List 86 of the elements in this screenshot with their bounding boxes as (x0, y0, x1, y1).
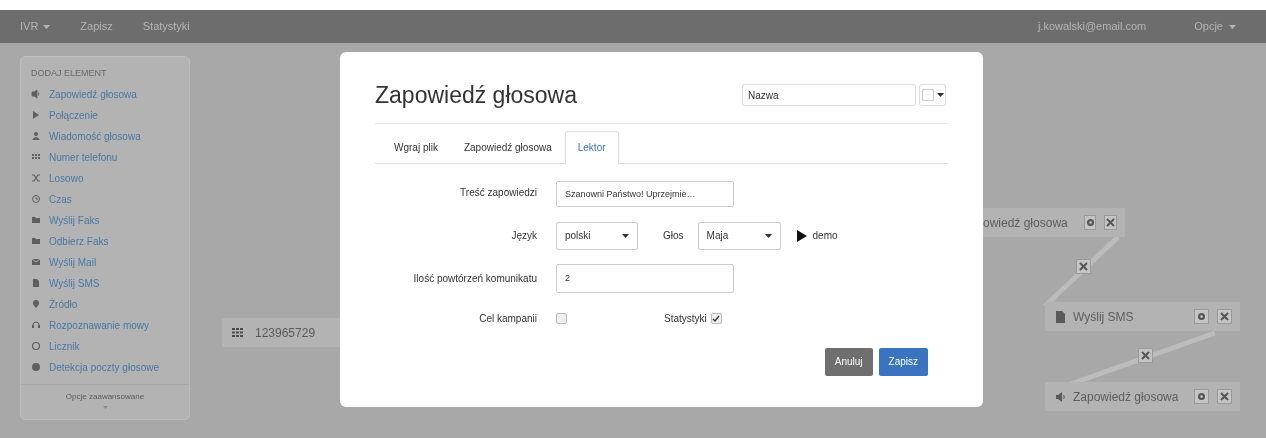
tab[interactable]: Zapowiedź głosowa (450, 130, 565, 165)
folder-icon (31, 215, 41, 225)
caret-icon (936, 93, 944, 98)
flow-node[interactable]: Zapowiedź głosowa (1045, 382, 1240, 411)
color-picker[interactable] (919, 84, 946, 107)
sidebar-item[interactable]: Numer telefonu (21, 146, 189, 168)
headset-icon (31, 320, 41, 330)
modal-title: Zapowiedź głosowa (375, 81, 577, 110)
settings-button[interactable] (1194, 309, 1209, 324)
document-icon (31, 278, 41, 288)
tab[interactable]: Lektor (564, 130, 619, 165)
close-icon (1079, 262, 1088, 271)
circle-icon (31, 341, 41, 351)
keypad-icon (232, 328, 243, 337)
sidebar-item[interactable]: Licznik (21, 335, 189, 357)
flow-node[interactable]: owiedź głosowa (983, 208, 1125, 237)
speaker-icon (31, 89, 41, 99)
field-label: Treść zapowiedzi (459, 186, 537, 200)
select-dropdown[interactable]: Maja (697, 221, 781, 250)
text-field[interactable]: 2 (556, 263, 734, 293)
color-swatch (921, 89, 934, 102)
nav-link[interactable]: IVR (20, 18, 51, 35)
demo-link[interactable]: demo (796, 228, 838, 243)
sidebar-item[interactable]: Zapowiedź głosowa (21, 83, 189, 105)
select-dropdown[interactable]: polski (556, 221, 638, 250)
advanced-options-link[interactable]: Opcje zaawansowane (65, 390, 145, 403)
sidebar-item[interactable]: Źródło (21, 293, 189, 315)
checkbox-label: Statystyki (664, 311, 707, 326)
keypad-icon (31, 152, 41, 162)
user-email-link[interactable]: j.kowalski@email.com (1037, 18, 1147, 35)
pin-icon (31, 299, 41, 309)
settings-button[interactable] (1194, 389, 1210, 404)
sidebar-item[interactable]: Odbierz Faks (21, 230, 189, 252)
field-label: Głos (663, 229, 684, 243)
sidebar-item[interactable]: Wyślij SMS (21, 272, 189, 294)
close-icon (1141, 351, 1150, 360)
sidebar-heading: DODAJ ELEMENT (30, 67, 108, 80)
folder-icon (31, 236, 41, 246)
delete-button[interactable] (1076, 259, 1091, 274)
caret-icon (622, 233, 629, 238)
text-field[interactable]: Szanowni Państwo! Uprzejmie… (556, 180, 734, 207)
sidebar-item[interactable]: Połączenie (21, 104, 189, 126)
sidebar-item[interactable]: Wyślij Faks (21, 209, 189, 231)
sidebar-item[interactable]: Czas (21, 188, 189, 210)
checkbox[interactable] (710, 312, 722, 324)
dialog-button[interactable]: Anuluj (824, 347, 873, 376)
play-icon (31, 110, 41, 120)
envelope-icon (31, 257, 41, 267)
delete-button[interactable] (1217, 309, 1232, 324)
shuffle-icon (31, 173, 41, 183)
gear-icon (1197, 392, 1207, 401)
play-icon (796, 229, 807, 242)
sidebar-item[interactable]: Wyślij Mail (21, 251, 189, 273)
checkmark-icon (712, 314, 721, 322)
checkbox[interactable] (556, 312, 567, 324)
sidebar-item[interactable]: Rozpoznawanie mowy (21, 314, 189, 336)
person-icon (31, 131, 41, 141)
gear-icon (1085, 218, 1095, 227)
sidebar-item[interactable]: Wiadomość głosowa (21, 125, 189, 147)
clock-icon (31, 194, 41, 204)
close-icon (1220, 312, 1229, 321)
tab[interactable]: Wgraj plik (381, 130, 451, 165)
close-icon (1220, 392, 1230, 401)
dialog-button[interactable]: Zapisz (878, 347, 928, 376)
document-icon (1055, 310, 1065, 323)
delete-button[interactable] (1138, 348, 1153, 363)
flow-node[interactable]: Wyślij SMS (1045, 302, 1240, 331)
options-menu[interactable]: Opcje (1194, 18, 1236, 35)
gear-icon (1197, 312, 1206, 321)
speaker-icon (1055, 390, 1065, 403)
delete-button[interactable] (1217, 389, 1232, 404)
settings-button[interactable] (1083, 215, 1097, 230)
close-icon (1106, 218, 1116, 227)
caret-icon (102, 405, 108, 409)
nav-link[interactable]: Statystyki (142, 18, 190, 35)
caret-icon (1229, 24, 1236, 29)
name-field[interactable]: Nazwa (742, 84, 916, 107)
caret-icon (43, 24, 51, 29)
caret-icon (764, 233, 772, 238)
field-label: Język (510, 229, 537, 243)
sidebar-item[interactable]: Detekcja poczty głosowe (21, 356, 189, 378)
delete-button[interactable] (1104, 215, 1117, 230)
field-label: Cel kampanii (478, 311, 537, 326)
field-label: Ilość powtórzeń komunikatu (412, 271, 537, 286)
nav-link[interactable]: Zapisz (80, 18, 113, 35)
sidebar-item[interactable]: Losowo (21, 167, 189, 189)
